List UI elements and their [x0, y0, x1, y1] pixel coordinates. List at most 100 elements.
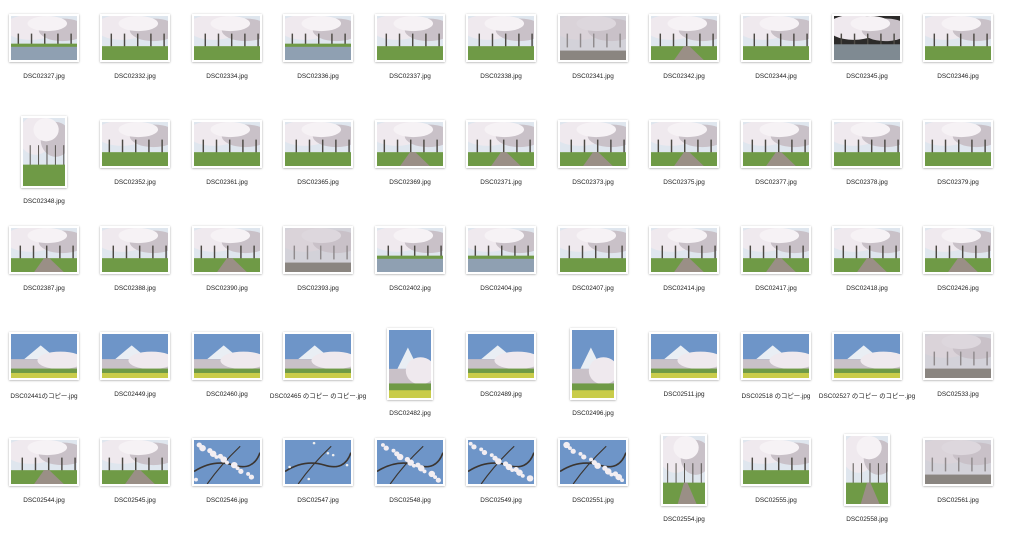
- photo-thumbnail[interactable]: [923, 120, 993, 168]
- photo-thumbnail[interactable]: [192, 14, 262, 62]
- thumbnail-item[interactable]: DSC02441のコピー.jpg: [0, 324, 89, 430]
- thumbnail-item[interactable]: DSC02407.jpg: [548, 218, 638, 324]
- photo-thumbnail[interactable]: [466, 226, 536, 274]
- thumbnail-item[interactable]: DSC02561.jpg: [913, 430, 1003, 536]
- thumbnail-item[interactable]: DSC02404.jpg: [456, 218, 546, 324]
- photo-thumbnail[interactable]: [9, 14, 79, 62]
- photo-thumbnail[interactable]: [923, 332, 993, 380]
- thumbnail-item[interactable]: DSC02344.jpg: [731, 6, 821, 112]
- photo-thumbnail[interactable]: [466, 332, 536, 380]
- thumbnail-item[interactable]: DSC02332.jpg: [90, 6, 180, 112]
- thumbnail-item[interactable]: DSC02365.jpg: [273, 112, 363, 218]
- thumbnail-item[interactable]: DSC02511.jpg: [639, 324, 729, 430]
- thumbnail-item[interactable]: DSC02336.jpg: [273, 6, 363, 112]
- thumbnail-item[interactable]: DSC02345.jpg: [822, 6, 912, 112]
- thumbnail-item[interactable]: DSC02342.jpg: [639, 6, 729, 112]
- thumbnail-item[interactable]: DSC02544.jpg: [0, 430, 89, 536]
- photo-thumbnail[interactable]: [9, 332, 79, 380]
- thumbnail-item[interactable]: DSC02465 のコピー のコピー.jpg: [270, 324, 366, 430]
- photo-thumbnail[interactable]: [283, 14, 353, 62]
- photo-thumbnail[interactable]: [466, 120, 536, 168]
- photo-thumbnail[interactable]: [570, 328, 616, 400]
- photo-thumbnail[interactable]: [558, 120, 628, 168]
- photo-thumbnail[interactable]: [832, 226, 902, 274]
- photo-thumbnail[interactable]: [100, 120, 170, 168]
- thumbnail-item[interactable]: DSC02449.jpg: [90, 324, 180, 430]
- thumbnail-item[interactable]: DSC02545.jpg: [90, 430, 180, 536]
- thumbnail-item[interactable]: DSC02390.jpg: [182, 218, 272, 324]
- thumbnail-item[interactable]: DSC02379.jpg: [913, 112, 1003, 218]
- thumbnail-item[interactable]: DSC02414.jpg: [639, 218, 729, 324]
- thumbnail-item[interactable]: DSC02337.jpg: [365, 6, 455, 112]
- thumbnail-item[interactable]: DSC02373.jpg: [548, 112, 638, 218]
- thumbnail-item[interactable]: DSC02555.jpg: [731, 430, 821, 536]
- photo-thumbnail[interactable]: [649, 226, 719, 274]
- photo-thumbnail[interactable]: [283, 226, 353, 274]
- thumbnail-item[interactable]: DSC02388.jpg: [90, 218, 180, 324]
- photo-thumbnail[interactable]: [661, 434, 707, 506]
- thumbnail-item[interactable]: DSC02548.jpg: [365, 430, 455, 536]
- photo-thumbnail[interactable]: [558, 438, 628, 486]
- photo-thumbnail[interactable]: [192, 120, 262, 168]
- photo-thumbnail[interactable]: [9, 438, 79, 486]
- photo-thumbnail[interactable]: [21, 116, 67, 188]
- thumbnail-item[interactable]: DSC02482.jpg: [365, 324, 455, 430]
- photo-thumbnail[interactable]: [466, 438, 536, 486]
- thumbnail-item[interactable]: DSC02554.jpg: [639, 430, 729, 536]
- photo-thumbnail[interactable]: [832, 120, 902, 168]
- thumbnail-item[interactable]: DSC02348.jpg: [0, 112, 89, 218]
- photo-thumbnail[interactable]: [741, 332, 811, 380]
- photo-thumbnail[interactable]: [558, 14, 628, 62]
- thumbnail-item[interactable]: DSC02546.jpg: [182, 430, 272, 536]
- photo-thumbnail[interactable]: [387, 328, 433, 400]
- photo-thumbnail[interactable]: [832, 14, 902, 62]
- photo-thumbnail[interactable]: [375, 14, 445, 62]
- thumbnail-item[interactable]: DSC02551.jpg: [548, 430, 638, 536]
- thumbnail-item[interactable]: DSC02496.jpg: [548, 324, 638, 430]
- photo-thumbnail[interactable]: [741, 14, 811, 62]
- photo-thumbnail[interactable]: [375, 438, 445, 486]
- thumbnail-item[interactable]: DSC02426.jpg: [913, 218, 1003, 324]
- thumbnail-item[interactable]: DSC02549.jpg: [456, 430, 546, 536]
- photo-thumbnail[interactable]: [100, 226, 170, 274]
- photo-thumbnail[interactable]: [466, 14, 536, 62]
- thumbnail-item[interactable]: DSC02378.jpg: [822, 112, 912, 218]
- thumbnail-item[interactable]: DSC02361.jpg: [182, 112, 272, 218]
- photo-thumbnail[interactable]: [923, 438, 993, 486]
- photo-thumbnail[interactable]: [923, 14, 993, 62]
- thumbnail-item[interactable]: DSC02341.jpg: [548, 6, 638, 112]
- thumbnail-item[interactable]: DSC02369.jpg: [365, 112, 455, 218]
- photo-thumbnail[interactable]: [832, 332, 902, 380]
- thumbnail-item[interactable]: DSC02393.jpg: [273, 218, 363, 324]
- thumbnail-item[interactable]: DSC02527 のコピー のコピー.jpg: [819, 324, 915, 430]
- photo-thumbnail[interactable]: [844, 434, 890, 506]
- thumbnail-item[interactable]: DSC02371.jpg: [456, 112, 546, 218]
- photo-thumbnail[interactable]: [923, 226, 993, 274]
- photo-thumbnail[interactable]: [375, 120, 445, 168]
- photo-thumbnail[interactable]: [100, 438, 170, 486]
- thumbnail-item[interactable]: DSC02460.jpg: [182, 324, 272, 430]
- thumbnail-item[interactable]: DSC02489.jpg: [456, 324, 546, 430]
- thumbnail-item[interactable]: DSC02533.jpg: [913, 324, 1003, 430]
- photo-thumbnail[interactable]: [375, 226, 445, 274]
- thumbnail-item[interactable]: DSC02346.jpg: [913, 6, 1003, 112]
- photo-thumbnail[interactable]: [283, 438, 353, 486]
- photo-thumbnail[interactable]: [741, 226, 811, 274]
- thumbnail-item[interactable]: DSC02387.jpg: [0, 218, 89, 324]
- photo-thumbnail[interactable]: [283, 120, 353, 168]
- thumbnail-item[interactable]: DSC02417.jpg: [731, 218, 821, 324]
- photo-thumbnail[interactable]: [558, 226, 628, 274]
- thumbnail-item[interactable]: DSC02558.jpg: [822, 430, 912, 536]
- thumbnail-item[interactable]: DSC02377.jpg: [731, 112, 821, 218]
- photo-thumbnail[interactable]: [192, 438, 262, 486]
- photo-thumbnail[interactable]: [100, 14, 170, 62]
- photo-thumbnail[interactable]: [741, 120, 811, 168]
- thumbnail-item[interactable]: DSC02338.jpg: [456, 6, 546, 112]
- photo-thumbnail[interactable]: [649, 14, 719, 62]
- thumbnail-item[interactable]: DSC02352.jpg: [90, 112, 180, 218]
- photo-thumbnail[interactable]: [649, 332, 719, 380]
- photo-thumbnail[interactable]: [192, 332, 262, 380]
- thumbnail-item[interactable]: DSC02402.jpg: [365, 218, 455, 324]
- photo-thumbnail[interactable]: [192, 226, 262, 274]
- thumbnail-item[interactable]: DSC02334.jpg: [182, 6, 272, 112]
